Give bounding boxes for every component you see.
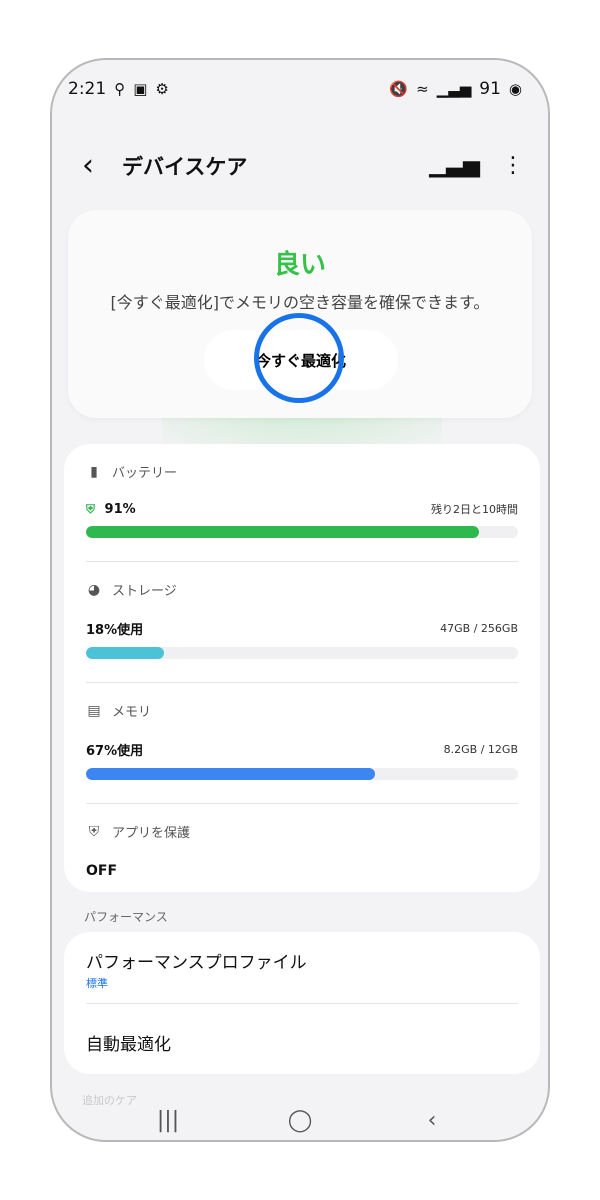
performance-card: パフォーマンスプロファイル 標準 自動最適化 — [64, 932, 540, 1074]
metric-detail: 残り2日と10時間 — [431, 503, 518, 516]
performance-profile-title: パフォーマンスプロファイル — [86, 953, 307, 973]
battery-metric[interactable]: ▮ バッテリー ⛨ 91% 残り2日と10時間 — [86, 444, 518, 562]
home-icon[interactable]: ◯ — [280, 1108, 320, 1133]
memory-chip-icon: ▤ — [87, 702, 101, 719]
status-time: 2:21 — [68, 79, 107, 99]
storage-metric[interactable]: ◕ ストレージ 18%使用 47GB / 256GB — [86, 562, 518, 683]
wifi-icon: ≈ — [416, 79, 429, 98]
auto-optimize-title: 自動最適化 — [86, 1035, 171, 1055]
metric-detail: 47GB / 256GB — [440, 622, 518, 635]
metric-label: アプリを保護 — [112, 826, 191, 841]
usb-icon: ⚲ — [114, 79, 126, 98]
storage-progress-bar — [86, 647, 518, 659]
metric-detail: 8.2GB / 12GB — [443, 743, 518, 756]
chevron-left-icon[interactable]: ‹ — [82, 151, 122, 181]
gear-icon: ⚙ — [155, 79, 169, 98]
status-label: 良い — [273, 250, 326, 280]
recent-apps-icon[interactable]: ||| — [148, 1108, 188, 1133]
metrics-card: ▮ バッテリー ⛨ 91% 残り2日と10時間 ◕ ストレージ 18%使用 47… — [64, 444, 540, 892]
metric-label: メモリ — [112, 705, 152, 720]
metric-value: 91% — [104, 501, 136, 517]
navigation-bar: ||| ◯ ‹ — [52, 1100, 548, 1140]
page-title: デバイスケア — [122, 155, 248, 179]
metric-label: バッテリー — [112, 466, 178, 481]
auto-optimize-item[interactable]: 自動最適化 — [86, 1004, 518, 1055]
status-description: [今すぐ最適化]でメモリの空き容量を確保できます。 — [110, 293, 490, 312]
memory-progress-bar — [86, 768, 518, 780]
performance-profile-item[interactable]: パフォーマンスプロファイル 標準 — [86, 932, 518, 991]
optimize-now-button[interactable]: 今すぐ最適化 — [204, 330, 398, 390]
pie-chart-icon: ◕ — [87, 581, 101, 598]
metric-label: ストレージ — [112, 584, 177, 599]
top-app-bar: ‹ デバイスケア ▁▃▅ ⋮ — [52, 140, 548, 192]
shield-check-icon: ⛨ — [86, 501, 96, 516]
plus-box-icon: ▣ — [133, 79, 148, 98]
memory-metric[interactable]: ▤ メモリ 67%使用 8.2GB / 12GB — [86, 683, 518, 804]
battery-progress-fill — [86, 526, 480, 538]
shield-icon: ⛨ — [88, 823, 100, 840]
signal-bars-icon[interactable]: ▁▃▅ — [429, 155, 480, 177]
battery-icon: ◉ — [508, 79, 522, 98]
protection-status: OFF — [86, 863, 118, 879]
optimize-now-label: 今すぐ最適化 — [255, 351, 346, 370]
storage-progress-fill — [86, 647, 164, 659]
signal-icon: ▁▃▅ — [436, 79, 472, 98]
app-protection-metric[interactable]: ⛨ アプリを保護 OFF — [86, 804, 518, 880]
performance-section-header: パフォーマンス — [84, 910, 168, 924]
device-status-card: 良い [今すぐ最適化]でメモリの空き容量を確保できます。 今すぐ最適化 — [68, 210, 532, 418]
phone-frame: 2:21 ⚲ ▣ ⚙ 🔇 ≈ ▁▃▅ 91 ◉ ‹ デバイスケア ▁▃▅ ⋮ 良… — [50, 58, 550, 1142]
metric-value: 18%使用 — [86, 623, 144, 638]
metric-value: 67%使用 — [86, 744, 144, 759]
more-vert-icon[interactable]: ⋮ — [502, 155, 524, 177]
back-icon[interactable]: ‹ — [412, 1108, 452, 1133]
status-bar: 2:21 ⚲ ▣ ⚙ 🔇 ≈ ▁▃▅ 91 ◉ — [52, 60, 548, 118]
mute-icon: 🔇 — [389, 79, 409, 98]
memory-progress-fill — [86, 768, 376, 780]
battery-progress-bar — [86, 526, 518, 538]
battery-level: 91 — [479, 79, 501, 99]
performance-profile-value: 標準 — [86, 977, 108, 990]
battery-icon: ▮ — [90, 463, 98, 480]
